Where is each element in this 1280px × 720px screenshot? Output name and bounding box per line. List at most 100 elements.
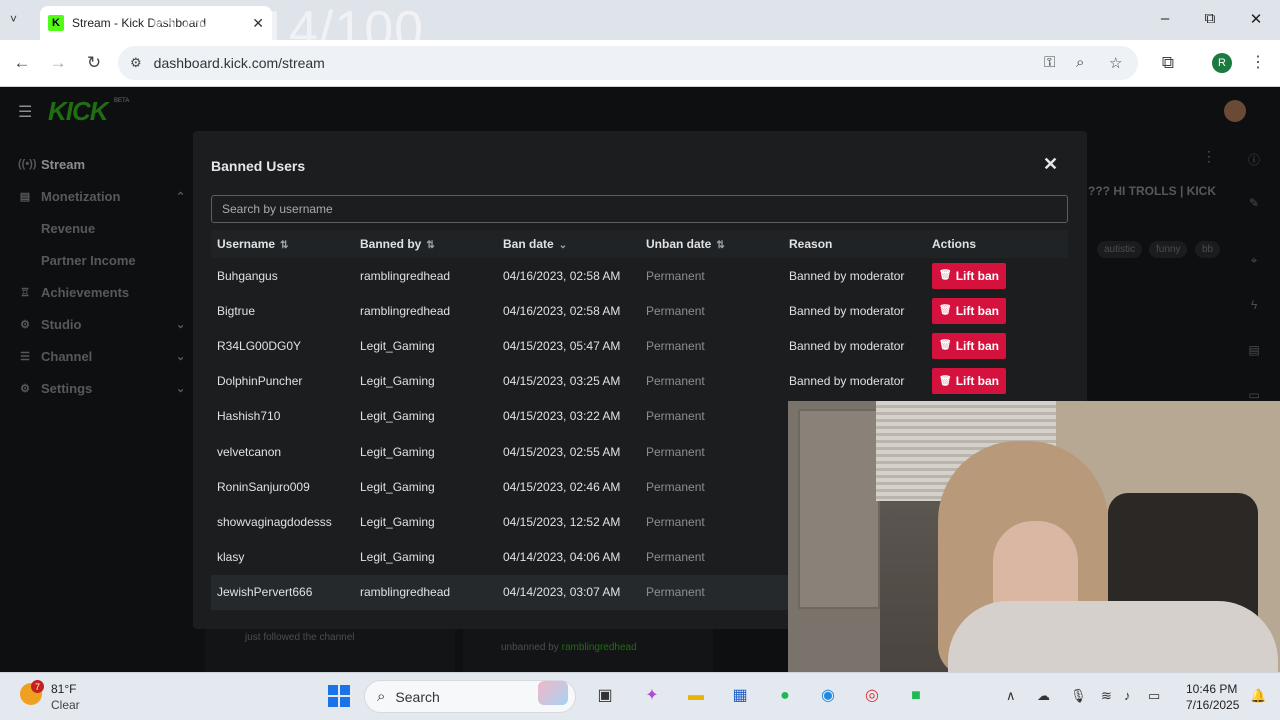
edit-icon[interactable]: ✎: [1244, 196, 1264, 216]
minimize-button[interactable]: –: [1155, 10, 1175, 27]
col-username[interactable]: Username ⇅: [211, 237, 354, 251]
chevron-down-icon[interactable]: ⌄: [176, 318, 185, 331]
lightning-icon[interactable]: ϟ: [1244, 298, 1264, 318]
reload-button[interactable]: ↻: [84, 53, 104, 73]
table-row: Bigtrue ramblingredhead 04/16/2023, 02:58 …: [211, 293, 1068, 328]
kick-logo[interactable]: KICK: [48, 96, 109, 127]
microphone-icon[interactable]: 🎙: [1070, 688, 1087, 704]
notifications-icon[interactable]: 🔔: [1250, 688, 1266, 704]
table-header: Username ⇅ Banned by ⇅ Ban date ⌄ Unban dat…: [211, 230, 1068, 258]
lift-ban-button[interactable]: 🗑 Lift ban: [932, 262, 1006, 289]
chevron-down-icon[interactable]: ⌄: [176, 382, 185, 395]
cell-username: Buhgangus: [217, 268, 278, 283]
sidebar-item-studio[interactable]: ⚙ Studio ⌄: [0, 308, 195, 340]
cell-unban-date: Permanent: [646, 409, 705, 424]
forward-button[interactable]: →: [48, 53, 68, 73]
sidebar-item-settings[interactable]: ⚙ Settings ⌄: [0, 372, 195, 404]
lift-ban-button[interactable]: 🗑 Lift ban: [932, 332, 1006, 359]
url-text[interactable]: dashboard.kick.com/stream: [154, 55, 325, 71]
start-button[interactable]: [328, 685, 350, 707]
col-unban-date[interactable]: Unban date ⇅: [640, 237, 783, 251]
restore-button[interactable]: ⧉: [1200, 10, 1220, 27]
notes-icon[interactable]: ▤: [1244, 343, 1264, 363]
clock-time[interactable]: 10:46 PM: [1186, 682, 1237, 696]
hamburger-menu-icon[interactable]: ☰: [18, 102, 32, 122]
battery-icon[interactable]: ▭: [1148, 688, 1160, 704]
weather-temperature[interactable]: 81°F: [51, 682, 76, 696]
sidebar-item-label: Monetization: [41, 188, 121, 204]
zoom-icon[interactable]: ⌕: [1076, 54, 1084, 71]
cell-banned-by: Legit_Gaming: [360, 338, 435, 353]
edge-icon[interactable]: ◉: [816, 684, 840, 708]
info-icon[interactable]: ⓘ: [1244, 151, 1264, 171]
tab-search-button[interactable]: ˅: [10, 12, 17, 26]
col-actions: Actions: [926, 237, 1068, 251]
sidebar-item-partner-income[interactable]: Partner Income: [0, 244, 195, 276]
sidebar-item-stream[interactable]: ((•)) Stream: [0, 148, 195, 180]
browser-toolbar: ← → ↻ ⚙ dashboard.kick.com/stream ⚿ ⌕ ☆ …: [0, 40, 1280, 87]
sidebar-item-channel[interactable]: ☰ Channel ⌄: [0, 340, 195, 372]
back-button[interactable]: ←: [12, 53, 32, 73]
sort-icon[interactable]: ⇅: [426, 240, 434, 251]
password-key-icon[interactable]: ⚿: [1044, 54, 1055, 71]
browser-menu-icon[interactable]: ⋮: [1250, 52, 1266, 72]
col-banned-by[interactable]: Banned by ⇅: [354, 237, 497, 251]
sort-desc-icon[interactable]: ⌄: [559, 240, 567, 251]
chevron-up-icon[interactable]: ⌃: [176, 190, 185, 203]
taskbar: 7 81°F Clear ⌕ Search ▣ ✦ ▬ ▦ ● ◉ ◎ ■ ∧ …: [0, 672, 1280, 720]
cell-unban-date: Permanent: [646, 303, 705, 318]
cell-banned-by: ramblingredhead: [360, 303, 451, 318]
lift-ban-button[interactable]: 🗑 Lift ban: [932, 297, 1006, 324]
volume-icon[interactable]: ♪: [1124, 688, 1131, 703]
site-info-icon[interactable]: ⚙: [130, 55, 142, 71]
address-bar[interactable]: ⚙ dashboard.kick.com/stream ⚿ ⌕ ☆: [118, 46, 1138, 80]
tray-overflow-icon[interactable]: ∧: [1006, 688, 1016, 704]
lift-ban-button[interactable]: 🗑 Lift ban: [932, 368, 1006, 395]
wifi-icon[interactable]: ≋: [1101, 688, 1112, 704]
sidebar-item-label: Achievements: [41, 284, 130, 300]
sort-icon[interactable]: ⇅: [716, 240, 724, 251]
user-avatar[interactable]: [1224, 100, 1246, 122]
col-label: Banned by: [360, 237, 422, 251]
crosshair-icon[interactable]: ⌖: [1244, 253, 1264, 273]
browser-tab-bar: ˅ K Stream - Kick Dashboard ✕ ber: 14/10…: [0, 0, 1280, 59]
search-input[interactable]: [211, 195, 1068, 223]
cell-ban-date: 04/15/2023, 02:55 AM: [503, 444, 621, 459]
microsoft-store-icon[interactable]: ▦: [728, 684, 752, 708]
sort-icon[interactable]: ⇅: [280, 240, 288, 251]
cell-banned-by: Legit_Gaming: [360, 550, 435, 565]
profile-avatar[interactable]: R: [1212, 53, 1232, 73]
chevron-down-icon[interactable]: ⌄: [176, 350, 185, 363]
cell-actions: 🗑 Lift ban: [926, 332, 1068, 359]
onedrive-icon[interactable]: ☁: [1037, 688, 1050, 704]
modal-close-button[interactable]: ✕: [1043, 154, 1058, 175]
stream-title: ??? HI TROLLS | KICK: [1088, 184, 1217, 198]
cell-unban-date: Permanent: [646, 550, 705, 565]
sidebar-item-label: Studio: [41, 316, 82, 332]
cell-ban-date: 04/15/2023, 12:52 AM: [503, 514, 621, 529]
spotify-icon[interactable]: ●: [773, 684, 797, 708]
chrome-icon[interactable]: ◎: [860, 684, 884, 708]
cell-actions: 🗑 Lift ban: [926, 262, 1068, 289]
copilot-icon[interactable]: ✦: [640, 684, 664, 708]
cell-banned-by: Legit_Gaming: [360, 409, 435, 424]
window-close-button[interactable]: ✕: [1246, 10, 1266, 28]
clock-date[interactable]: 7/16/2025: [1186, 698, 1239, 712]
cell-username: velvetcanon: [217, 444, 282, 459]
sidebar-item-revenue[interactable]: Revenue: [0, 212, 195, 244]
sidebar-item-monetization[interactable]: ▤ Monetization ⌃: [0, 180, 195, 212]
task-view-icon[interactable]: ▣: [593, 684, 617, 708]
col-ban-date[interactable]: Ban date ⌄: [497, 237, 640, 251]
kick-app-icon[interactable]: ■: [904, 684, 928, 708]
sidebar-item-achievements[interactable]: ♖ Achievements: [0, 276, 195, 308]
cell-banned-by: Legit_Gaming: [360, 479, 435, 494]
unban-user[interactable]: ramblingredhead: [562, 642, 637, 653]
file-explorer-icon[interactable]: ▬: [684, 684, 708, 708]
weather-condition[interactable]: Clear: [51, 698, 80, 712]
cell-unban-date: Permanent: [646, 444, 705, 459]
webcam-overlay: [788, 401, 1280, 676]
bookmark-star-icon[interactable]: ☆: [1109, 54, 1122, 72]
more-options-icon[interactable]: ⋮: [1202, 148, 1216, 165]
trophy-icon: ♖: [20, 286, 30, 299]
extensions-icon[interactable]: ⧉: [1158, 53, 1178, 73]
